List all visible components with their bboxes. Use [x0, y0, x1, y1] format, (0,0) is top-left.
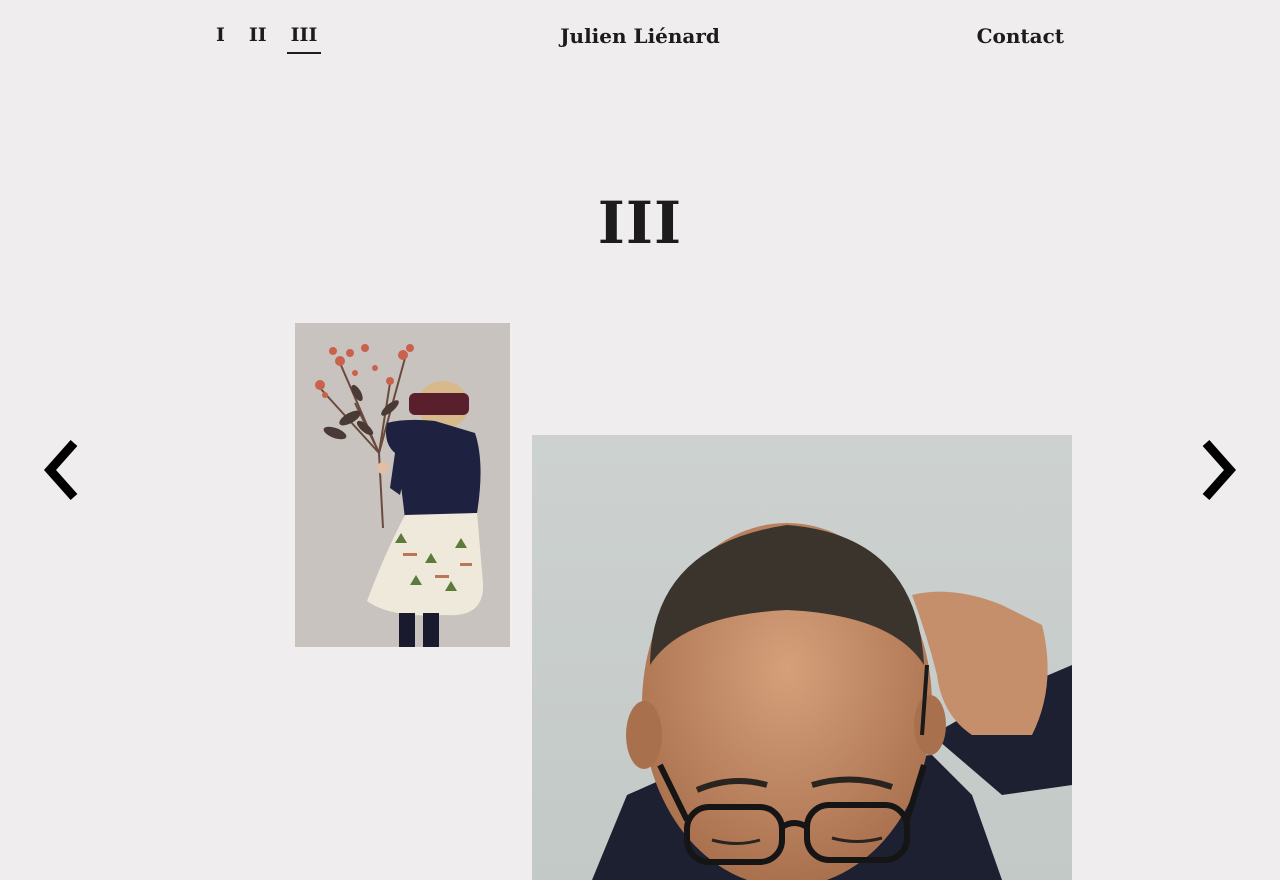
nav-item-ii[interactable]: II: [247, 24, 269, 52]
contact-link[interactable]: Contact: [977, 24, 1064, 48]
section-title: III: [597, 188, 683, 257]
prev-button[interactable]: [42, 440, 82, 500]
series-nav: I II III: [214, 24, 339, 54]
site-title-wrap: Julien Liénard: [0, 24, 1280, 48]
page: I II III Julien Liénard Contact III: [0, 0, 1280, 880]
chevron-right-icon: [1202, 440, 1237, 500]
photo-illustration: [295, 323, 510, 647]
site-title[interactable]: Julien Liénard: [560, 24, 720, 48]
nav-item-i[interactable]: I: [214, 24, 227, 52]
gallery-photo-portrait[interactable]: [532, 435, 1072, 880]
site-header: I II III Julien Liénard Contact: [0, 0, 1280, 90]
chevron-left-icon: [43, 440, 78, 500]
next-button[interactable]: [1198, 440, 1238, 500]
gallery-photo-flowers[interactable]: [295, 323, 510, 647]
photo-illustration: [532, 435, 1072, 880]
nav-item-iii[interactable]: III: [286, 24, 321, 54]
